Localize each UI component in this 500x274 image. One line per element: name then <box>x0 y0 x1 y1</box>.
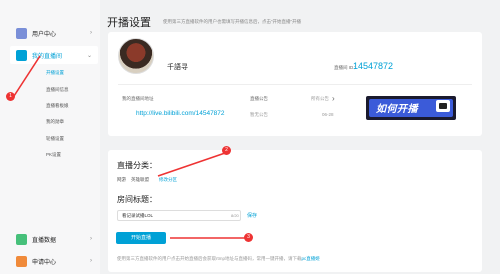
annotation-arrow-1 <box>13 55 41 97</box>
annotation-badge-2: 2 <box>222 146 231 155</box>
annotation-badge-1: 1 <box>6 92 15 101</box>
annotation-arrow-2 <box>157 151 229 177</box>
annotation-badge-3: 3 <box>244 233 253 242</box>
